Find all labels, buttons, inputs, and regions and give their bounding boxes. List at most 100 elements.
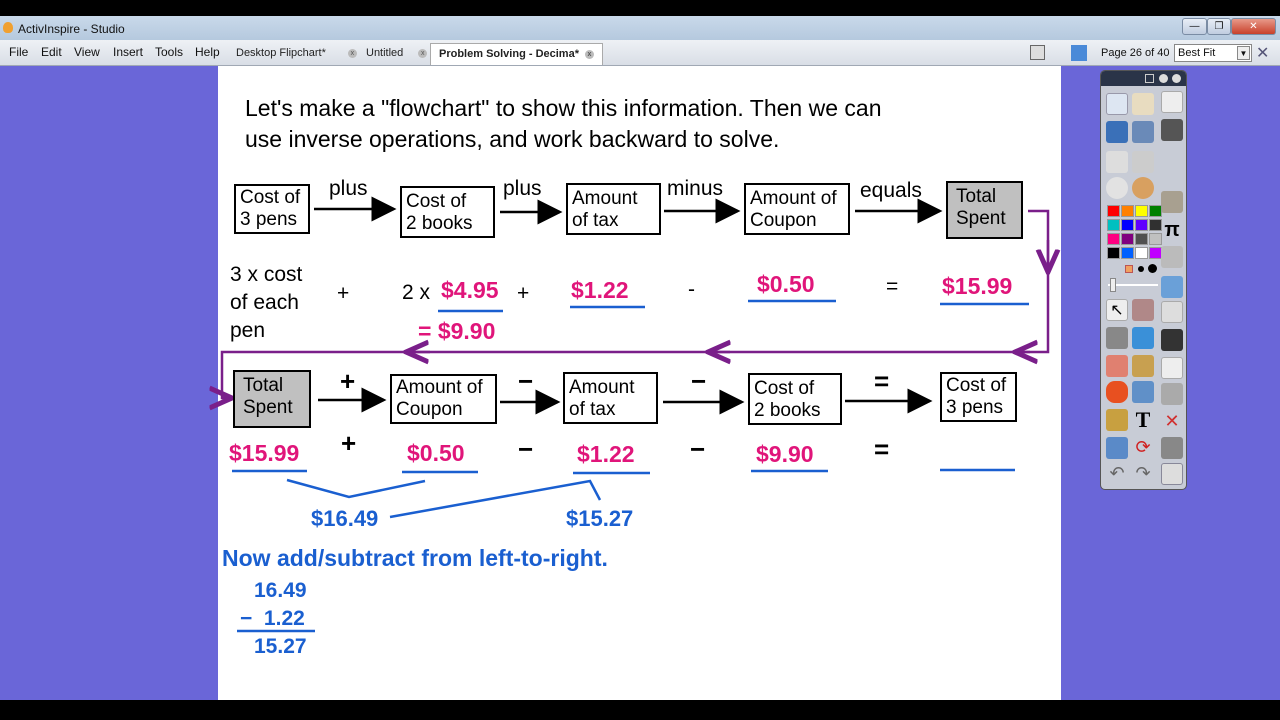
- total-value: $15.99: [229, 440, 300, 466]
- profile-icon[interactable]: [1132, 93, 1154, 115]
- op-equals: equals: [860, 179, 922, 202]
- box-cost-2-books: Cost of 2 books: [748, 373, 842, 425]
- op-plus: +: [341, 428, 357, 458]
- pin-icon[interactable]: [1172, 74, 1181, 83]
- color-swatch[interactable]: [1107, 205, 1120, 217]
- redo-icon[interactable]: ↷: [1132, 463, 1154, 485]
- fill-icon[interactable]: [1132, 355, 1154, 377]
- page-browser-icon[interactable]: [1161, 91, 1183, 113]
- reset-page-icon[interactable]: [1161, 329, 1183, 351]
- tax-value: $1.22: [577, 441, 635, 467]
- tax-value: $1.22: [571, 277, 629, 303]
- desktop-annotate-icon[interactable]: [1106, 121, 1128, 143]
- color-swatch[interactable]: [1135, 233, 1148, 245]
- pen-tool-icon[interactable]: [1106, 327, 1128, 349]
- op-minus: −: [690, 434, 706, 464]
- box-amount-coupon: Amount of Coupon: [744, 183, 850, 235]
- box-total-spent: Total Spent: [946, 181, 1023, 239]
- box-cost-3-pens: Cost of 3 pens: [234, 184, 310, 234]
- op-minus: minus: [667, 177, 724, 200]
- color-swatch[interactable]: [1121, 233, 1134, 245]
- color-swatch[interactable]: [1121, 205, 1134, 217]
- shape-tool-icon[interactable]: [1106, 381, 1128, 403]
- duplicate-icon[interactable]: [1161, 357, 1183, 379]
- highlighter-icon[interactable]: [1132, 327, 1154, 349]
- color-swatch[interactable]: [1121, 219, 1134, 231]
- dual-user-icon[interactable]: [1161, 276, 1183, 298]
- box-cost-2-books: Cost of 2 books: [400, 186, 495, 238]
- op-equals: =: [886, 275, 899, 298]
- coupon-value: $0.50: [407, 440, 465, 466]
- op-minus: −: [691, 366, 707, 396]
- tools-icon[interactable]: [1132, 299, 1154, 321]
- total-value: $15.99: [942, 273, 1013, 299]
- color-swatch[interactable]: [1135, 205, 1148, 217]
- op-equals: =: [874, 434, 890, 464]
- op-minus: −: [518, 434, 534, 464]
- reset-icon[interactable]: ⟳: [1132, 437, 1154, 459]
- books-total: $9.90: [756, 441, 814, 467]
- color-swatch[interactable]: [1107, 247, 1120, 259]
- pen-width-options[interactable]: [1108, 264, 1158, 273]
- edit-icon[interactable]: [1161, 437, 1183, 459]
- box-cost-3-pens: Cost of 3 pens: [940, 372, 1017, 422]
- instruction-text: Now add/subtract from left-to-right.: [222, 545, 608, 571]
- resource-library-icon[interactable]: [1132, 177, 1154, 199]
- collapse-icon[interactable]: [1159, 74, 1168, 83]
- eraser-icon[interactable]: [1106, 355, 1128, 377]
- previous-page-icon[interactable]: [1106, 151, 1128, 173]
- paste-icon[interactable]: [1161, 463, 1183, 485]
- clear-spray-icon[interactable]: [1106, 437, 1128, 459]
- desktop-tools-icon[interactable]: [1132, 121, 1154, 143]
- color-swatch[interactable]: [1107, 233, 1120, 245]
- books-multiplier: 2 x: [402, 281, 431, 304]
- box-amount-tax: Amount of tax: [563, 372, 658, 424]
- color-swatch[interactable]: [1107, 219, 1120, 231]
- pen-icon[interactable]: [1161, 191, 1183, 213]
- op-plus: +: [517, 282, 530, 305]
- flipchart-page[interactable]: Let's make a "flowchart" to show this in…: [218, 66, 1061, 700]
- work-line-1: 16.49: [254, 579, 307, 602]
- op-plus: +: [337, 282, 350, 305]
- color-swatch[interactable]: [1121, 247, 1134, 259]
- play-icon[interactable]: [1106, 177, 1128, 199]
- pi-icon[interactable]: π: [1161, 219, 1183, 241]
- op-equals: =: [874, 366, 890, 396]
- box-amount-tax: Amount of tax: [566, 183, 661, 235]
- op-minus: −: [518, 366, 534, 396]
- screen-clip-icon[interactable]: [1161, 383, 1183, 405]
- color-swatch[interactable]: [1135, 247, 1148, 259]
- delete-icon[interactable]: ✕: [1161, 411, 1183, 433]
- op-plus: +: [340, 366, 356, 396]
- work-line-3: 15.27: [254, 635, 307, 658]
- connector-icon[interactable]: [1132, 381, 1154, 403]
- box-amount-coupon: Amount of Coupon: [390, 374, 497, 424]
- text-icon[interactable]: T: [1132, 407, 1154, 432]
- magic-ink-icon[interactable]: [1106, 409, 1128, 431]
- pens-expression: 3 x cost of each pen: [230, 263, 303, 342]
- camera-icon[interactable]: [1161, 119, 1183, 141]
- color-swatch[interactable]: [1135, 219, 1148, 231]
- sum-first: $16.49: [311, 506, 379, 531]
- op-minus: -: [688, 278, 695, 301]
- next-page-icon[interactable]: [1132, 151, 1154, 173]
- flowchart-arrows: [0, 196, 1280, 633]
- color-swatch[interactable]: [1149, 205, 1162, 217]
- main-menu-icon[interactable]: [1106, 93, 1128, 115]
- work-line-2: − 1.22: [240, 607, 305, 630]
- box-total-spent: Total Spent: [233, 370, 311, 428]
- op-plus: plus: [329, 177, 368, 200]
- select-icon[interactable]: ↖: [1106, 299, 1128, 321]
- toolbox-header[interactable]: [1101, 71, 1186, 86]
- book-price: $4.95: [441, 277, 499, 303]
- undo-icon[interactable]: ↶: [1106, 463, 1128, 485]
- sum-second: $15.27: [566, 506, 634, 531]
- clear-icon[interactable]: [1161, 301, 1183, 323]
- screen-border-bottom: [0, 700, 1280, 720]
- pen-width-slider[interactable]: [1108, 278, 1158, 292]
- toolbox-panel: π ↖ T ✕ ⟳ ↶ ↷: [1100, 70, 1187, 490]
- toolbox-menu-icon[interactable]: [1145, 74, 1154, 83]
- books-total: = $9.90: [418, 318, 496, 344]
- shape-icon[interactable]: [1161, 246, 1183, 268]
- coupon-value: $0.50: [757, 271, 815, 297]
